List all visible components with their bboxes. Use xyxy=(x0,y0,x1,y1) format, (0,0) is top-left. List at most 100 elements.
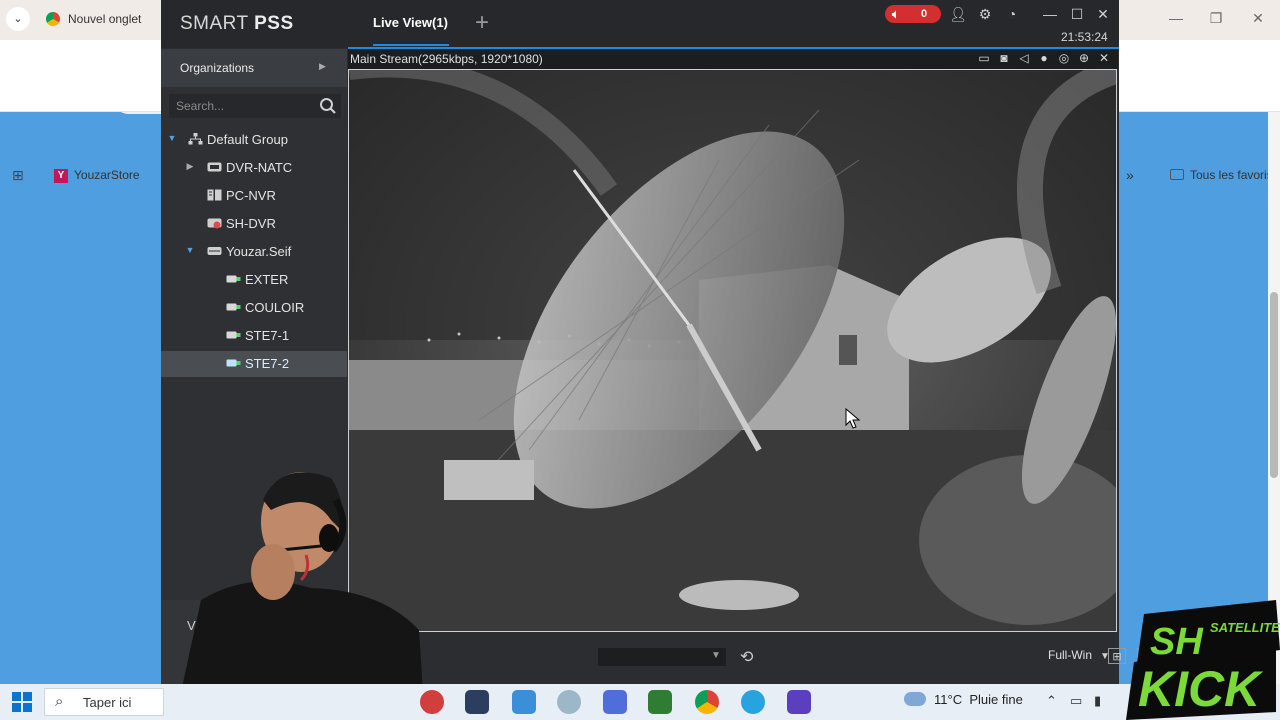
microphone-tray-icon[interactable]: ▮ xyxy=(1094,693,1101,709)
close-icon[interactable]: ✕ xyxy=(1094,6,1112,23)
smartpss-app-icon[interactable] xyxy=(465,690,489,714)
windows-start-icon[interactable] xyxy=(12,692,32,712)
tab-search-button[interactable]: ⌄ xyxy=(6,7,30,31)
settings-gear-icon[interactable]: ⚙ xyxy=(976,6,994,23)
windows-taskbar: ⌕ Taper ici 11°C Pluie fine ⌃ ▭ ▮ xyxy=(0,684,1280,720)
tree-item-ste7-1[interactable]: STE7-1 xyxy=(161,323,347,349)
tree-item-exter[interactable]: EXTER xyxy=(161,267,347,293)
calculator-app-icon[interactable] xyxy=(603,690,627,714)
youzarstore-icon: Y xyxy=(54,168,68,183)
alarm-counter-button[interactable]: 🔈︎ 0 xyxy=(885,5,941,23)
presenter-image xyxy=(181,472,423,692)
expanded-arrow-icon[interactable]: ▼ xyxy=(184,245,196,255)
maximize-icon[interactable]: ☐ xyxy=(1068,6,1086,23)
view-selector-dropdown[interactable]: ▼ xyxy=(598,648,726,666)
minimize-icon[interactable]: — xyxy=(1166,10,1186,26)
tree-item-youzar-seif[interactable]: ▼ Youzar.Seif xyxy=(161,239,347,265)
chrome-favicon-icon xyxy=(46,12,60,26)
dvr-offline-icon xyxy=(207,218,222,229)
close-icon[interactable]: ✕ xyxy=(1248,10,1268,27)
folder-icon xyxy=(1170,169,1184,180)
tree-item-label: STE7-2 xyxy=(245,356,290,371)
tree-item-label: STE7-1 xyxy=(245,328,290,343)
rain-cloud-icon xyxy=(904,692,926,706)
refresh-icon[interactable]: ⟲ xyxy=(740,647,753,667)
presenter-webcam-overlay xyxy=(161,460,431,692)
weather-temp: 11°C xyxy=(934,692,963,707)
active-tab-indicator xyxy=(373,44,449,46)
recorder-app-icon[interactable] xyxy=(420,690,444,714)
add-tab-button[interactable]: + xyxy=(471,10,493,36)
tab-live-view[interactable]: Live View(1) xyxy=(373,15,448,30)
channel-watermark-logo: SH SATELLITE KICK xyxy=(1126,600,1280,720)
layout-4-split-icon[interactable]: ⊞ xyxy=(1108,648,1126,664)
bookmark-label: YouzarStore xyxy=(74,168,140,182)
group-icon xyxy=(188,133,203,145)
browser-tab[interactable]: Nouvel onglet xyxy=(38,4,164,34)
all-bookmarks-label: Tous les favoris xyxy=(1190,168,1273,182)
tree-item-label: DVR-NATC xyxy=(226,160,293,175)
stream-switch-icon[interactable]: ▭ xyxy=(976,51,992,65)
network-icon[interactable]: ▭ xyxy=(1070,693,1082,709)
search-icon: ⌕ xyxy=(55,693,64,710)
watermark-satellite: SATELLITE xyxy=(1210,620,1280,635)
audio-speaker-icon[interactable]: ◁ xyxy=(1016,51,1032,65)
chevron-down-icon: ▼ xyxy=(711,650,721,661)
apps-grid-icon[interactable]: ⊞ xyxy=(12,167,24,184)
live-view-toolbar: ▼ ⟲ Full-Win▼ ⊞ ▦ 16 ✎ ⛶ xyxy=(348,634,1237,690)
stream-info-label: Main Stream(2965kbps, 1920*1080) xyxy=(350,52,543,66)
dvr-device-icon xyxy=(207,247,222,255)
minimize-icon[interactable]: — xyxy=(1041,6,1059,22)
tree-item-label: Youzar.Seif xyxy=(226,244,292,259)
camera-playing-icon xyxy=(226,359,241,367)
edge-app-icon[interactable] xyxy=(557,690,581,714)
scrollbar-thumb[interactable] xyxy=(1270,292,1278,478)
performance-gauge-icon[interactable]: ◔ xyxy=(1003,6,1021,22)
logo-text-bold: PSS xyxy=(254,13,294,34)
desktop-app-icon[interactable] xyxy=(512,690,536,714)
close-video-icon[interactable]: ✕ xyxy=(1096,51,1112,65)
collapsed-arrow-icon[interactable]: ▶ xyxy=(184,161,196,172)
watermark-sh: SH xyxy=(1150,621,1204,663)
search-icon[interactable] xyxy=(319,97,337,115)
tray-chevron-up-icon[interactable]: ⌃ xyxy=(1046,693,1057,709)
organizations-header[interactable]: Organizations ▶ xyxy=(161,49,347,87)
tree-item-couloir[interactable]: COULOIR xyxy=(161,295,347,321)
chevron-right-icon: ▶ xyxy=(319,61,326,71)
tree-item-ste7-2[interactable]: STE7-2 xyxy=(161,351,347,377)
record-icon[interactable]: ◎ xyxy=(1056,51,1072,65)
all-bookmarks-button[interactable]: Tous les favoris xyxy=(1170,166,1273,184)
more-bookmarks-icon[interactable]: » xyxy=(1126,166,1134,184)
tree-item-default-group[interactable]: ▼ Default Group xyxy=(161,127,347,153)
snapshot-camera-icon[interactable]: ◙ xyxy=(996,51,1012,65)
tree-item-label: SH-DVR xyxy=(226,216,276,231)
bookmark-youzarstore[interactable]: Y YouzarStore xyxy=(54,166,140,184)
tree-item-pc-nvr[interactable]: PC-NVR xyxy=(161,183,347,209)
watermark-kick: KICK xyxy=(1138,661,1264,717)
alarm-speaker-icon: 🔈︎ xyxy=(892,7,900,21)
tree-item-label: EXTER xyxy=(245,272,289,287)
tree-item-label: PC-NVR xyxy=(226,188,276,203)
weather-widget[interactable]: 11°C Pluie fine xyxy=(904,692,1023,707)
taskbar-search-input[interactable]: ⌕ Taper ici xyxy=(44,688,164,716)
expanded-arrow-icon[interactable]: ▼ xyxy=(166,133,178,143)
camera-image xyxy=(349,70,1116,631)
microphone-icon[interactable]: ● xyxy=(1036,51,1052,65)
excel-app-icon[interactable] xyxy=(648,690,672,714)
zoom-icon[interactable]: ⊕ xyxy=(1076,51,1092,65)
vpn-app-icon[interactable] xyxy=(787,690,811,714)
restore-icon[interactable]: ❐ xyxy=(1206,10,1226,27)
tree-item-dvr-natc[interactable]: ▶ DVR-NATC xyxy=(161,155,347,181)
browser-tab-title: Nouvel onglet xyxy=(68,12,142,26)
user-icon[interactable]: 👤︎ xyxy=(949,6,967,23)
telegram-app-icon[interactable] xyxy=(741,690,765,714)
tree-item-label: COULOIR xyxy=(245,300,305,315)
tree-item-sh-dvr[interactable]: SH-DVR xyxy=(161,211,347,237)
device-search-input[interactable]: Search... xyxy=(169,94,341,118)
live-video-frame[interactable] xyxy=(348,69,1117,632)
window-mode-select[interactable]: Full-Win ▼ xyxy=(1048,648,1110,662)
taskbar-search-text: Taper ici xyxy=(83,695,132,710)
smartpss-titlebar: SMART PSS Live View(1) + 🔈︎ 0 👤︎ ⚙ ◔ — ☐… xyxy=(161,0,1119,48)
chrome-app-icon[interactable] xyxy=(695,690,719,714)
dvr-device-icon xyxy=(207,162,222,172)
